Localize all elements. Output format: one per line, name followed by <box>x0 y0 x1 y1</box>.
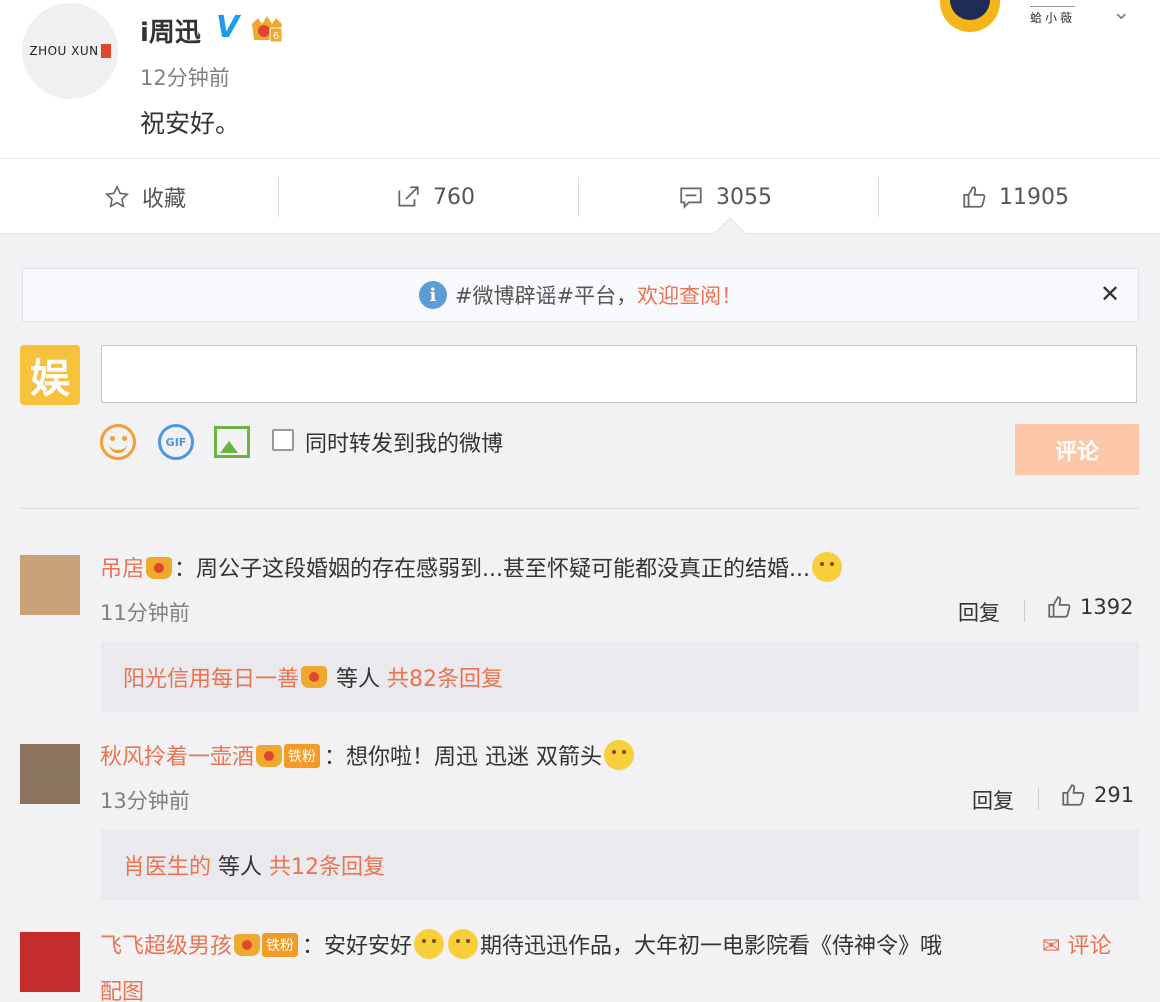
comment-avatar[interactable] <box>20 932 80 992</box>
comment-body: 吊扂 ：周公子这段婚姻的存在感弱到...甚至怀疑可能都没真正的结婚... <box>100 551 844 583</box>
emoji-icon[interactable] <box>100 424 136 460</box>
avatar-seal-icon <box>100 44 111 58</box>
repost-button[interactable]: 760 <box>290 159 580 235</box>
comment-username[interactable]: 秋风拎着一壶酒 <box>100 745 254 770</box>
current-user-name[interactable]: 蛤小薇 <box>1030 6 1076 26</box>
reply-count-link[interactable]: 共12条回复 <box>269 849 385 881</box>
vip-crown-icon <box>146 557 173 579</box>
share-icon <box>398 186 419 207</box>
my-avatar[interactable]: 娱 <box>20 345 80 405</box>
comment-text: ：想你啦！周迅 迅迷 双箭头 <box>324 745 603 770</box>
reply-count-link[interactable]: 共82条回复 <box>387 661 503 693</box>
repost-checkbox[interactable] <box>272 429 294 451</box>
vip-crown-icon <box>234 934 261 956</box>
comment-username[interactable]: 吊扂 <box>100 557 144 582</box>
vip-crown-icon <box>256 745 283 767</box>
thinking-emoji-icon <box>811 552 842 582</box>
comment-text: ：安好安好 <box>302 934 413 959</box>
repost-count: 760 <box>433 184 475 210</box>
comment-text: ：周公子这段婚姻的存在感弱到...甚至怀疑可能都没真正的结婚... <box>174 557 810 582</box>
divider <box>1024 600 1025 622</box>
comment-time[interactable]: 13分钟前 <box>100 785 190 815</box>
fan-badge: 铁粉 <box>262 933 299 957</box>
avatar-logo-text: ZHOU XUN <box>29 44 99 58</box>
comment-username[interactable]: 飞飞超级男孩 <box>100 934 232 959</box>
comment-avatar[interactable] <box>20 555 80 615</box>
comment-body: 秋风拎着一壶酒 铁粉 ：想你啦！周迅 迅迷 双箭头 <box>100 739 636 771</box>
post-time[interactable]: 12分钟前 <box>140 62 230 92</box>
favorite-button[interactable]: 收藏 <box>0 159 290 235</box>
comment-text-2: 期待迅迅作品，大年初一电影院看《侍神令》哦 <box>480 934 943 959</box>
comment-like-count: 291 <box>1094 783 1135 807</box>
info-icon: i <box>418 281 447 309</box>
divider <box>578 177 579 217</box>
like-button[interactable]: 11905 <box>870 159 1160 235</box>
reply-summary[interactable]: 肖医生的 等人 共12条回复 <box>101 830 1139 900</box>
comment-link-label: 评论 <box>1067 934 1112 959</box>
divider <box>278 177 279 217</box>
comment-reply-link[interactable]: ✉ 评论 <box>1042 928 1111 960</box>
divider <box>20 508 1139 509</box>
author-name[interactable]: i周迅 <box>140 12 201 49</box>
thumbs-up-icon <box>963 186 986 208</box>
submit-comment-button[interactable]: 评论 <box>1015 424 1139 475</box>
reply-button[interactable]: 回复 <box>972 785 1014 815</box>
comment-like-button[interactable]: 1392 <box>1046 594 1133 620</box>
comment-image-link[interactable]: 配图 <box>100 974 144 1002</box>
vip-crown-icon: 6 <box>252 16 283 43</box>
reply-summary[interactable]: 阳光信用每日一善 等人 共82条回复 <box>101 642 1139 712</box>
vip-crown-icon <box>301 666 328 688</box>
kiss-emoji-icon <box>448 929 479 959</box>
thumbs-up-icon <box>1048 596 1071 618</box>
reply-middle: 等人 <box>336 667 381 692</box>
post-content: 祝安好。 <box>140 109 241 138</box>
comment-avatar[interactable] <box>20 744 80 804</box>
divider <box>1038 788 1039 810</box>
reply-username[interactable]: 肖医生的 <box>123 849 211 881</box>
favorite-label: 收藏 <box>141 187 186 212</box>
notice-link[interactable]: 欢迎查阅！ <box>637 280 742 310</box>
gif-icon[interactable]: GIF <box>158 424 194 460</box>
notice-text: #微博辟谣#平台， <box>454 284 638 308</box>
reply-username[interactable]: 阳光信用每日一善 <box>123 661 299 693</box>
comment-body: 飞飞超级男孩 铁粉 ：安好安好 期待迅迅作品，大年初一电影院看《侍神令》哦 <box>100 928 942 960</box>
comment-icon: ✉ <box>1042 934 1061 959</box>
reply-middle: 等人 <box>218 855 263 880</box>
rumor-notice-banner[interactable]: i #微博辟谣#平台， 欢迎查阅！ <box>22 268 1139 322</box>
comment-input[interactable] <box>101 345 1137 403</box>
thumbs-up-icon <box>1062 784 1085 806</box>
image-icon[interactable] <box>214 426 250 458</box>
chevron-down-icon[interactable]: ⌄ <box>1112 0 1130 25</box>
author-avatar[interactable]: ZHOU XUN <box>22 3 118 99</box>
comment-like-button[interactable]: 291 <box>1060 782 1134 808</box>
close-icon[interactable]: ✕ <box>1100 280 1120 308</box>
verified-icon: V <box>216 10 240 45</box>
like-count: 11905 <box>999 184 1069 210</box>
svg-text:6: 6 <box>273 31 279 42</box>
comment-like-count: 1392 <box>1080 595 1134 619</box>
comment-count: 3055 <box>716 184 772 210</box>
repost-checkbox-label[interactable]: 同时转发到我的微博 <box>305 426 503 458</box>
comment-time[interactable]: 11分钟前 <box>100 597 190 627</box>
fan-badge: 铁粉 <box>284 744 321 768</box>
comment-icon <box>680 187 702 209</box>
kiss-emoji-icon <box>414 929 445 959</box>
action-bar: 收藏 760 3055 11905 <box>0 158 1160 234</box>
reply-button[interactable]: 回复 <box>958 597 1000 627</box>
smirk-emoji-icon <box>604 740 635 770</box>
star-icon <box>104 184 130 208</box>
